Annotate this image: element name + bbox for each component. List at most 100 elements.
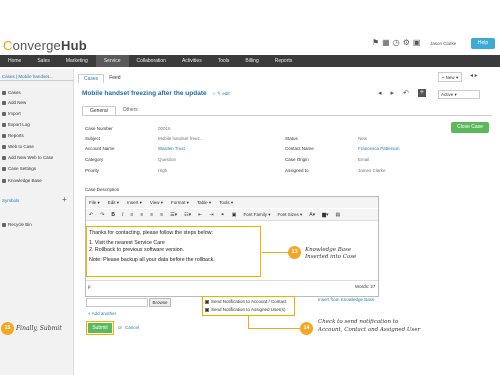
record-nav-arrows[interactable]: ◂ ▸	[470, 72, 478, 79]
field-value-account[interactable]: Warden Trust	[158, 146, 185, 151]
prev-icon[interactable]: ◂	[378, 89, 382, 97]
status-select[interactable]: Active ▾	[438, 90, 480, 99]
nav-billing[interactable]: Billing	[237, 55, 266, 67]
italic-icon[interactable]: I	[122, 212, 123, 218]
image-icon[interactable]: ▣	[232, 212, 237, 218]
nav-sales[interactable]: Sales	[29, 55, 58, 67]
callout-14-badge: 14	[300, 322, 313, 335]
number-list-icon[interactable]: ☷▾	[184, 212, 191, 218]
nav-tools[interactable]: Tools	[210, 55, 238, 67]
sidebar-item-case-settings[interactable]: Case Settings	[2, 166, 36, 171]
menu-edit[interactable]: Edit ▾	[108, 200, 119, 206]
sidebar-breadcrumb[interactable]: Cases | Mobile handset...	[0, 72, 74, 81]
add-symbol-icon[interactable]: +	[62, 195, 67, 204]
close-case-button[interactable]: Close Case	[451, 122, 489, 133]
nav-collaboration[interactable]: Collaboration	[129, 55, 174, 67]
flag-icon[interactable]: ⚑	[372, 38, 379, 47]
field-label-category: Category	[85, 157, 104, 162]
checkbox-checked[interactable]	[205, 299, 209, 304]
add-icon[interactable]: +	[417, 89, 426, 97]
nav-reports[interactable]: Reports	[267, 55, 301, 67]
help-button[interactable]: Help	[471, 38, 495, 49]
field-label-origin: Case Origin	[285, 157, 309, 162]
indent-icon[interactable]: ⇥	[209, 212, 213, 218]
sidebar-item-add-web-to-case[interactable]: Add New Web to Case	[2, 155, 53, 160]
sidebar-item-cases[interactable]: Cases	[2, 90, 21, 95]
editor-status-divider	[86, 280, 378, 281]
menu-insert[interactable]: Insert ▾	[127, 200, 142, 206]
outdent-icon[interactable]: ⇤	[198, 212, 202, 218]
field-label-account: Account Name	[85, 146, 115, 151]
app-logo: ConvergeHub	[3, 38, 87, 53]
redo-icon[interactable]: ↷	[100, 212, 104, 218]
settings-icon[interactable]: ⚙	[403, 38, 410, 47]
sidebar-item-import[interactable]: Import	[2, 111, 21, 116]
menu-tools[interactable]: Tools ▾	[219, 200, 233, 206]
new-button[interactable]: + New ▾	[438, 72, 462, 82]
bold-icon[interactable]: B	[111, 212, 115, 218]
callout-13-text: Knowledge Base Inserted into Case	[305, 247, 357, 260]
header-icons: ⚑ ▦ ◷ ⚙ ▣	[372, 38, 420, 47]
back-icon[interactable]: ↶	[403, 89, 409, 97]
media-icon[interactable]: ▤	[335, 212, 340, 218]
cancel-link[interactable]: Cancel	[125, 325, 139, 330]
settings-icon	[2, 166, 6, 171]
edit-link[interactable]: ☆ ✎ edit	[212, 91, 230, 97]
sidebar-symbols[interactable]: Symbols	[2, 198, 19, 203]
record-tabs: Cases Feed	[78, 74, 126, 83]
user-name[interactable]: Jason Clarke	[430, 41, 456, 46]
notify-assigned-checkbox[interactable]: Send Notification to Assigned User(s)	[205, 307, 286, 312]
nav-home[interactable]: Home	[0, 55, 29, 67]
text-color-icon[interactable]: A▾	[309, 212, 315, 218]
sidebar-item-recycle-bin[interactable]: Recycle Bin	[2, 222, 32, 227]
align-right-icon[interactable]: ≡	[150, 212, 153, 218]
justify-icon[interactable]: ≡	[160, 212, 163, 218]
editor-content[interactable]: Thanks for contacting, please follow the…	[86, 226, 261, 277]
insert-kb-link[interactable]: Insert from Knowledge Base	[318, 297, 375, 302]
nav-marketing[interactable]: Marketing	[58, 55, 96, 67]
clock-icon[interactable]: ◷	[393, 38, 400, 47]
field-value-assigned: James Clarke	[358, 168, 386, 173]
field-value-priority: High	[158, 168, 168, 173]
menu-file[interactable]: File ▾	[89, 200, 100, 206]
link-icon[interactable]: ⚭	[221, 212, 225, 218]
menu-format[interactable]: Format ▾	[171, 200, 189, 206]
submit-button[interactable]: Submit	[88, 323, 112, 333]
nav-service[interactable]: Service	[95, 55, 129, 67]
bg-color-icon[interactable]: ▆▾	[322, 212, 328, 218]
sidebar-item-export-log[interactable]: Export Log	[2, 122, 30, 127]
reports-icon	[2, 133, 6, 138]
tab-feed[interactable]: Feed	[104, 74, 125, 83]
sidebar-item-reports[interactable]: Reports	[2, 133, 24, 138]
add-another-link[interactable]: + Add another	[88, 311, 116, 316]
calendar-icon[interactable]: ▣	[413, 38, 421, 47]
align-left-icon[interactable]: ≡	[130, 212, 133, 218]
sidebar-item-web-to-case[interactable]: Web to Case	[2, 144, 34, 149]
bullet-list-icon[interactable]: ☰▾	[170, 212, 177, 218]
field-label-assigned: Assigned to	[285, 168, 309, 173]
next-icon[interactable]: ▸	[391, 89, 395, 97]
field-value-contact[interactable]: Francesca Patterson	[358, 146, 400, 151]
font-family-select[interactable]: Font Family ▾	[243, 212, 270, 218]
field-label-status: Status	[285, 136, 298, 141]
font-size-select[interactable]: Font Sizes ▾	[277, 212, 302, 218]
tab-cases[interactable]: Cases	[78, 74, 105, 83]
callout-14-connector	[248, 316, 249, 328]
nav-activities[interactable]: Activities	[174, 55, 210, 67]
callout-13-badge: 13	[288, 246, 301, 259]
notify-account-checkbox[interactable]: Send Notification to Account / Contact	[205, 299, 287, 304]
sidebar-item-add-new[interactable]: Add New	[2, 100, 26, 105]
sidebar-item-knowledge-base[interactable]: Knowledge Base	[2, 178, 42, 183]
align-center-icon[interactable]: ≡	[140, 212, 143, 218]
browse-button[interactable]: Browse	[149, 298, 171, 307]
menu-table[interactable]: Table ▾	[197, 200, 211, 206]
field-label-contact: Contact Name	[285, 146, 314, 151]
import-icon	[2, 111, 6, 116]
editor-toolbar: ↶ ↷ B I ≡ ≡ ≡ ≡ ☰▾ ☷▾ ⇤ ⇥ ⚭ ▣ Font Famil…	[86, 209, 378, 221]
callout-15-text: Finally, Submit	[16, 325, 62, 332]
checkbox-checked[interactable]	[205, 307, 209, 312]
file-input[interactable]	[86, 298, 148, 307]
menu-view[interactable]: View ▾	[150, 200, 163, 206]
undo-icon[interactable]: ↶	[89, 212, 93, 218]
chart-icon[interactable]: ▦	[382, 38, 390, 47]
